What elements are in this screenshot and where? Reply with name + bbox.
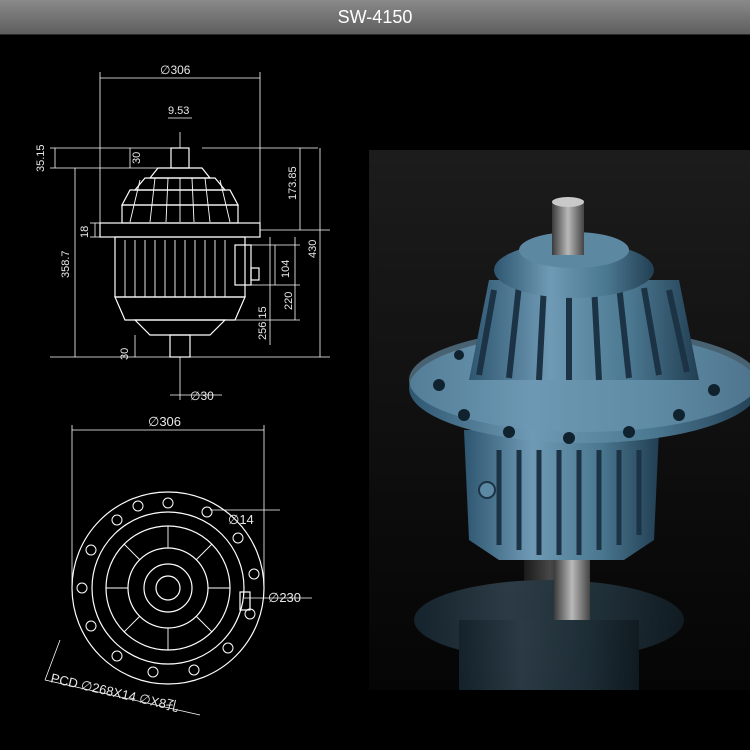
pcd-note: PCD ∅268X14 ∅X8孔	[49, 670, 180, 714]
dim-total-height: 430	[307, 240, 319, 258]
dim-220: 220	[283, 292, 295, 310]
technical-drawing: ∅306 9.53 35.15 30 173.85 358.7 18 430 1…	[35, 63, 330, 716]
dim-shaft-key: 9.53	[168, 105, 189, 117]
dim-top-height: 35.15	[35, 144, 47, 172]
dim-side-diameter: ∅306	[160, 63, 191, 77]
title-bar: SW-4150	[0, 0, 750, 35]
dim-shaft-bottom-length: 30	[119, 348, 131, 360]
model-title: SW-4150	[337, 7, 413, 27]
dim-shaft-top-length: 30	[131, 152, 143, 164]
dim-104: 104	[280, 260, 292, 278]
dim-hole-diameter: ∅14	[228, 512, 254, 527]
dim-flange-thickness: 18	[79, 226, 91, 238]
dim-upper-to-flange: 173.85	[287, 166, 299, 200]
dim-front-diameter: ∅306	[148, 414, 181, 429]
dim-256: 256.15	[257, 306, 269, 340]
dim-body-length: 358.7	[60, 250, 72, 278]
dim-shaft-diameter: ∅30	[190, 389, 214, 403]
front-view-dimensions	[44, 425, 312, 716]
dim-pilot-diameter: ∅230	[268, 590, 301, 605]
